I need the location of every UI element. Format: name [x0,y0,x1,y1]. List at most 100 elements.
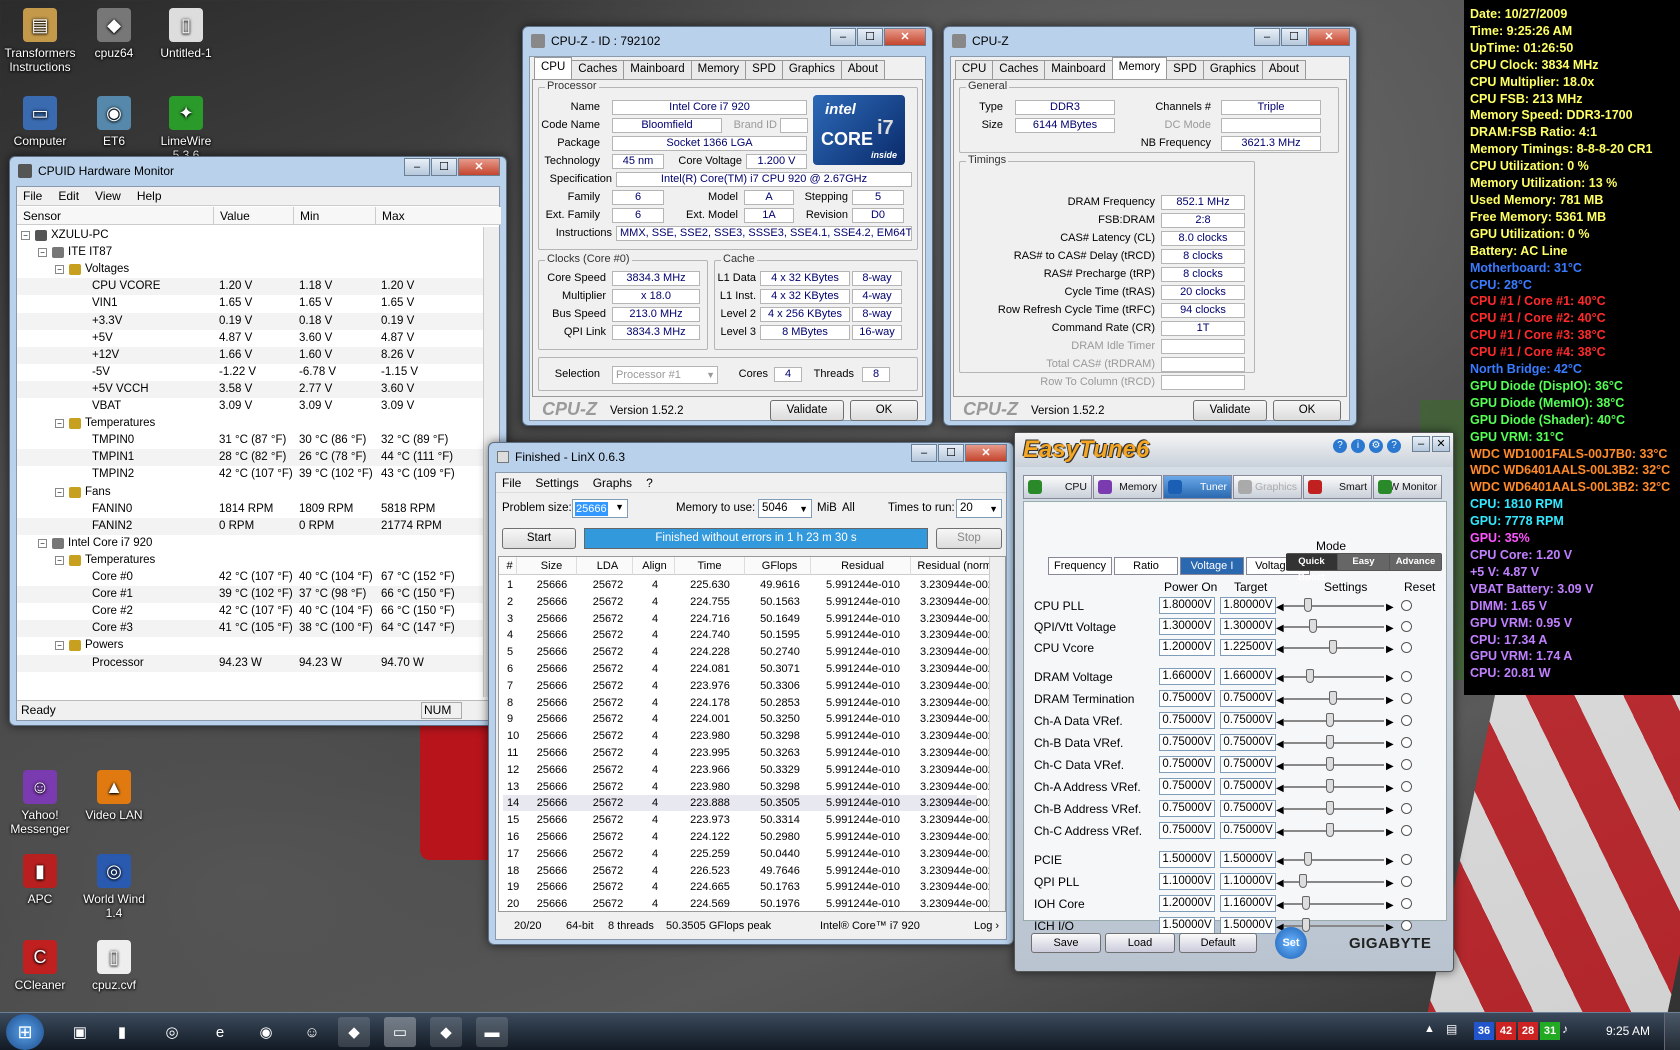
tab-cpu[interactable]: CPU [955,60,994,79]
voltage-slider[interactable] [1284,764,1384,766]
decrease-arrow-icon[interactable]: ◀ [1276,641,1284,659]
results-row[interactable]: 19 25666 25672 4 224.665 50.1763 5.991244e-010… [503,879,994,895]
voltage-slider[interactable] [1284,903,1384,905]
results-row[interactable]: 17 25666 25672 4 225.259 50.0440 5.991244e-010… [503,846,994,862]
et-tab-smart[interactable]: Smart [1303,475,1372,499]
show-desktop-button[interactable] [1664,1013,1680,1050]
sensor-row[interactable]: − Powers [17,637,485,654]
results-row[interactable]: 13 25666 25672 4 223.980 50.3298 5.991244e-010… [503,779,994,795]
tab-graphics[interactable]: Graphics [781,60,842,79]
validate-button[interactable]: Validate [770,400,844,421]
results-row[interactable]: 3 25666 25672 4 224.716 50.1649 5.991244e-010 3… [503,611,994,627]
results-row[interactable]: 12 25666 25672 4 223.966 50.3329 5.991244e-010… [503,762,994,778]
all-link[interactable]: All [842,502,855,514]
ok-button[interactable]: OK [1273,400,1341,421]
desktop-icon[interactable]: ✦ LimeWire 5.3.6 [148,96,224,162]
slider-thumb[interactable] [1306,669,1314,683]
column-header[interactable]: Max [375,207,455,225]
reset-radio[interactable] [1401,898,1412,909]
results-row[interactable]: 15 25666 25672 4 223.973 50.3314 5.991244e-010… [503,812,994,828]
minimize-button[interactable]: ‒ [911,444,937,462]
et-tab-cpu[interactable]: CPU [1023,475,1092,499]
mode-advance[interactable]: Advance [1390,554,1441,570]
menu-item[interactable]: Help [137,187,162,205]
close-button[interactable]: ✕ [884,28,926,46]
voltage-slider[interactable] [1284,742,1384,744]
target-value[interactable]: 1.22500V [1220,639,1276,656]
menu-item[interactable]: Graphs [593,473,632,492]
menu-item[interactable]: Edit [58,187,79,205]
results-row[interactable]: 1 25666 25672 4 225.630 49.9616 5.991244e-010 3… [503,577,994,593]
tab-about[interactable]: About [840,60,885,79]
memory-input[interactable]: 5046 ▼ [758,499,812,518]
sensor-row[interactable]: +5V VCCH 3.58 V 2.77 V 3.60 V [17,380,485,398]
voltage-slider[interactable] [1284,786,1384,788]
slider-thumb[interactable] [1302,896,1310,910]
processor-select[interactable]: Processor #1 ▼ [612,366,718,384]
increase-arrow-icon[interactable]: ▶ [1386,692,1394,710]
log-link[interactable]: Log › [974,916,999,936]
info-icon[interactable]: i [1351,439,1365,453]
desktop-icon[interactable]: ▯ cpuz.cvf [76,940,152,992]
reset-radio[interactable] [1401,600,1412,611]
target-value[interactable]: 0.75000V [1220,756,1276,773]
sensor-row[interactable]: − XZULU-PC [17,227,485,244]
sensor-row[interactable]: − Intel Core i7 920 [17,535,485,552]
desktop-icon[interactable]: ◎ World Wind 1.4 [76,854,152,920]
results-row[interactable]: 18 25666 25672 4 226.523 49.7646 5.991244e-010… [503,863,994,879]
target-value[interactable]: 1.10000V [1220,873,1276,890]
decrease-arrow-icon[interactable]: ◀ [1276,714,1284,732]
results-row[interactable]: 8 25666 25672 4 224.178 50.2853 5.991244e-010 3… [503,695,994,711]
tray-temp-icon[interactable]: 28 [1518,1022,1538,1040]
maximize-button[interactable]: ☐ [431,158,457,176]
results-row[interactable]: 9 25666 25672 4 224.001 50.3250 5.991244e-010 3… [503,711,994,727]
sensor-row[interactable]: Core #2 42 °C (107 °F) 40 °C (104 °F) 66 °C… [17,603,485,620]
increase-arrow-icon[interactable]: ▶ [1386,599,1394,617]
sensor-row[interactable]: TMPIN0 31 °C (87 °F) 30 °C (86 °F) 32 °C (8… [17,432,485,449]
sensor-row[interactable]: − ITE IT87 [17,244,485,261]
tab-mainboard[interactable]: Mainboard [623,60,692,79]
problem-size-input[interactable]: 25666 ▼ [572,499,628,518]
target-value[interactable]: 0.75000V [1220,734,1276,751]
target-value[interactable]: 0.75000V [1220,778,1276,795]
reset-radio[interactable] [1401,825,1412,836]
tree-toggle-icon[interactable]: − [21,231,30,240]
results-column-header[interactable]: GFlops [749,557,811,575]
results-column-header[interactable]: Time [675,557,745,575]
sensor-row[interactable]: − Voltages [17,261,485,278]
explorer-taskbar-icon[interactable]: ▣ [64,1017,96,1047]
desktop-icon[interactable]: ◉ ET6 [76,96,152,148]
minimize-button[interactable]: ‒ [1412,436,1430,452]
increase-arrow-icon[interactable]: ▶ [1386,641,1394,659]
sensor-row[interactable]: CPU VCORE 1.20 V 1.18 V 1.20 V [17,278,485,296]
target-value[interactable]: 0.75000V [1220,800,1276,817]
decrease-arrow-icon[interactable]: ◀ [1276,736,1284,754]
decrease-arrow-icon[interactable]: ◀ [1276,620,1284,638]
results-row[interactable]: 20 25666 25672 4 224.569 50.1976 5.991244e-010… [503,896,994,911]
et-tab-graphics[interactable]: Graphics [1233,475,1302,499]
results-row[interactable]: 11 25666 25672 4 223.995 50.3263 5.991244e-010… [503,745,994,761]
mode-easy[interactable]: Easy [1338,554,1389,570]
sensor-row[interactable]: − Temperatures [17,552,485,569]
app-taskbar-icon[interactable]: ▮ [106,1017,138,1047]
slider-thumb[interactable] [1329,640,1337,654]
maximize-button[interactable]: ☐ [857,28,883,46]
results-row[interactable]: 14 25666 25672 4 223.888 50.3505 5.991244e-010… [503,795,994,812]
increase-arrow-icon[interactable]: ▶ [1386,736,1394,754]
ie-taskbar-icon[interactable]: e [204,1017,236,1047]
slider-thumb[interactable] [1326,823,1334,837]
increase-arrow-icon[interactable]: ▶ [1386,853,1394,871]
results-column-header[interactable]: Align [635,557,675,575]
voltage-slider[interactable] [1284,676,1384,678]
results-column-header[interactable]: # [503,557,517,575]
network-icon[interactable]: ▤ [1446,1022,1457,1036]
decrease-arrow-icon[interactable]: ◀ [1276,599,1284,617]
voltage-slider[interactable] [1284,830,1384,832]
tab-caches[interactable]: Caches [571,60,625,79]
desktop-icon[interactable]: ▭ Computer [2,96,78,148]
decrease-arrow-icon[interactable]: ◀ [1276,692,1284,710]
increase-arrow-icon[interactable]: ▶ [1386,714,1394,732]
decrease-arrow-icon[interactable]: ◀ [1276,758,1284,776]
sensor-row[interactable]: Core #3 41 °C (105 °F) 38 °C (100 °F) 64 °C… [17,620,485,638]
subtab-voltage-i[interactable]: Voltage I [1180,557,1244,575]
